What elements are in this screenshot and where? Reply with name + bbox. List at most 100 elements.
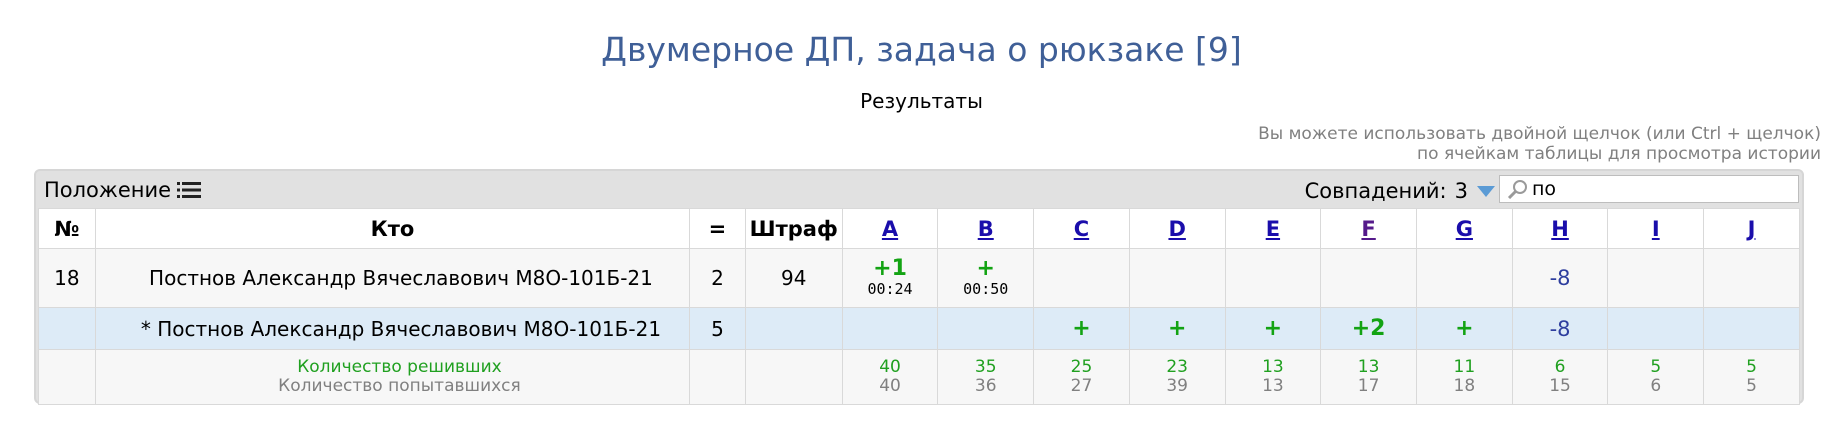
stat-tried: 36 xyxy=(974,376,997,396)
result-cell-a[interactable] xyxy=(841,307,939,350)
stat-solved: 25 xyxy=(1070,357,1093,377)
problem-link-g[interactable]: G xyxy=(1456,217,1473,241)
result-cell-c[interactable]: + xyxy=(1033,307,1130,350)
result-cell-j[interactable] xyxy=(1703,307,1800,350)
list-icon[interactable] xyxy=(177,181,202,199)
stat-solved: 40 xyxy=(879,357,901,377)
matches-label: Совпадений: xyxy=(1304,179,1447,203)
stat-tried: 15 xyxy=(1549,376,1571,396)
result-cell-h[interactable]: -8 xyxy=(1511,248,1609,308)
problem-link-e[interactable]: E xyxy=(1266,217,1280,241)
result-mark: + xyxy=(976,256,995,281)
stat-tried: 18 xyxy=(1453,376,1476,396)
row-solved: 2 xyxy=(689,248,746,308)
result-cell-d[interactable] xyxy=(1128,248,1226,308)
position-label: Положение xyxy=(44,178,172,202)
standings-toolbar: Положение Совпадений: 3 xyxy=(36,171,1802,210)
result-cell-i[interactable] xyxy=(1607,248,1705,308)
result-cell-b[interactable]: +00:50 xyxy=(937,248,1035,308)
result-time: 00:24 xyxy=(867,280,913,298)
result-cell-e[interactable]: + xyxy=(1224,307,1322,350)
row-who: Постнов Александр Вячеславович М8О-101Б-… xyxy=(94,248,691,308)
stat-tried: 13 xyxy=(1262,376,1284,396)
result-cell-e[interactable] xyxy=(1224,248,1322,308)
stat-solved: 11 xyxy=(1453,357,1476,377)
problem-link-i[interactable]: I xyxy=(1652,217,1660,241)
result-cell-f[interactable]: +2 xyxy=(1320,307,1417,350)
row-penalty: 94 xyxy=(744,248,843,308)
header-problem-a[interactable]: A xyxy=(841,208,939,249)
standings-panel: Положение Совпадений: 3 по № Кто = Штраф… xyxy=(34,169,1804,405)
result-cell-b[interactable] xyxy=(937,307,1035,350)
standings-table: № Кто = Штраф A B C D E F G H I J 18 Пос… xyxy=(38,208,1800,405)
row-penalty xyxy=(744,307,843,350)
header-num: № xyxy=(38,208,96,249)
result-time: 00:50 xyxy=(963,280,1009,298)
stat-cell-a: 40 40 xyxy=(841,349,939,405)
problem-link-d[interactable]: D xyxy=(1168,217,1185,241)
result-mark: + xyxy=(1455,315,1474,341)
result-cell-g[interactable] xyxy=(1415,248,1513,308)
header-who: Кто xyxy=(94,208,691,249)
stat-cell-c: 25 27 xyxy=(1033,349,1130,405)
page-title: Двумерное ДП, задача о рюкзаке [9] xyxy=(601,30,1242,69)
page-subtitle: Результаты xyxy=(860,89,983,113)
header-problem-d[interactable]: D xyxy=(1128,208,1226,249)
stat-solved: 13 xyxy=(1357,357,1380,377)
result-cell-h[interactable]: -8 xyxy=(1511,307,1609,350)
magnifier-icon xyxy=(1507,180,1527,199)
result-cell-a[interactable]: +1 00:24 xyxy=(841,248,939,308)
result-cell-g[interactable]: + xyxy=(1415,307,1513,350)
problem-link-a[interactable]: A xyxy=(882,217,898,241)
header-problem-f[interactable]: F xyxy=(1320,208,1417,249)
stat-cell-g: 11 18 xyxy=(1415,349,1513,405)
result-cell-i[interactable] xyxy=(1607,307,1705,350)
search-input[interactable] xyxy=(1530,178,1792,200)
stats-labels: Количество решивших Количество попытавши… xyxy=(94,349,691,405)
stat-tried: 6 xyxy=(1650,376,1662,396)
header-problem-i[interactable]: I xyxy=(1607,208,1705,249)
problem-link-h[interactable]: H xyxy=(1551,217,1569,241)
header-problem-h[interactable]: H xyxy=(1511,208,1609,249)
header-problem-g[interactable]: G xyxy=(1415,208,1513,249)
stat-cell-j: 55 xyxy=(1703,349,1800,405)
header-problem-c[interactable]: C xyxy=(1033,208,1130,249)
header-row: № Кто = Штраф A B C D E F G H I J xyxy=(38,208,1800,249)
tried-count-label: Количество попытавшихся xyxy=(278,376,521,396)
result-cell-j[interactable] xyxy=(1703,248,1800,308)
stat-cell-h: 6 15 xyxy=(1511,349,1609,405)
result-mark: -8 xyxy=(1549,266,1571,290)
stat-cell-b: 35 36 xyxy=(937,349,1035,405)
history-hint: Вы можете использовать двойной щелчок (и… xyxy=(1121,124,1821,164)
problem-link-b[interactable]: B xyxy=(978,217,994,241)
row-num: 18 xyxy=(38,248,96,308)
result-mark: +1 xyxy=(873,256,907,281)
stat-solved: 13 xyxy=(1262,357,1284,377)
header-problem-b[interactable]: B xyxy=(937,208,1035,249)
position-toggle[interactable]: Положение xyxy=(44,178,202,202)
header-problem-j[interactable]: J xyxy=(1703,208,1800,249)
result-mark: +2 xyxy=(1351,315,1386,341)
row-solved: 5 xyxy=(689,307,746,350)
triangle-down-icon[interactable] xyxy=(1476,184,1496,198)
stat-cell-f: 13 17 xyxy=(1320,349,1417,405)
problem-link-f[interactable]: F xyxy=(1361,217,1375,241)
result-cell-c[interactable] xyxy=(1033,248,1130,308)
stat-solved: 5 xyxy=(1746,357,1757,377)
result-mark: -8 xyxy=(1549,316,1571,341)
table-row: 18 Постнов Александр Вячеславович М8О-10… xyxy=(38,248,1800,308)
result-cell-d[interactable]: + xyxy=(1128,307,1226,350)
result-mark: + xyxy=(1072,315,1091,341)
row-num xyxy=(38,307,96,350)
stat-tried: 40 xyxy=(879,376,901,396)
search-box[interactable] xyxy=(1499,175,1799,203)
problem-link-c[interactable]: C xyxy=(1074,217,1089,241)
stat-tried: 5 xyxy=(1746,376,1757,396)
header-problem-e[interactable]: E xyxy=(1224,208,1322,249)
problem-link-j[interactable]: J xyxy=(1748,217,1756,241)
stat-cell-i: 56 xyxy=(1607,349,1705,405)
hint-line-1: Вы можете использовать двойной щелчок (и… xyxy=(1258,124,1821,144)
header-solved: = xyxy=(689,208,746,249)
result-cell-f[interactable] xyxy=(1320,248,1417,308)
stat-tried: 39 xyxy=(1166,376,1188,396)
